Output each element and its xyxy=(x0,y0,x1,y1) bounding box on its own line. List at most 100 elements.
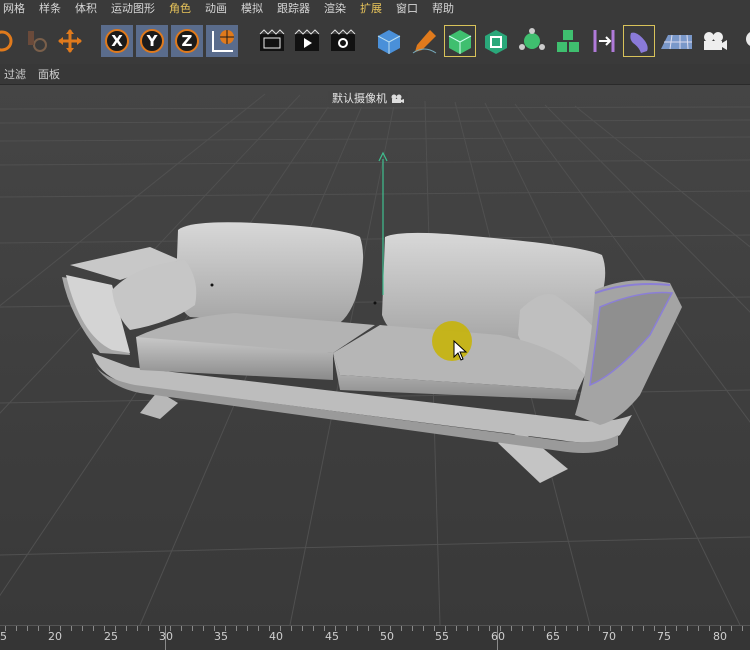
timeline-minor-tick xyxy=(181,626,182,631)
render-settings-button[interactable] xyxy=(327,25,359,57)
menu-volume[interactable]: 体积 xyxy=(68,0,104,18)
timeline-tick: 25 xyxy=(104,630,118,643)
timeline-minor-tick xyxy=(467,626,468,631)
timeline-minor-tick xyxy=(126,626,127,631)
timeline-minor-tick xyxy=(104,626,105,631)
cube-button[interactable] xyxy=(373,25,405,57)
timeline-tick: 50 xyxy=(380,630,394,643)
timeline-minor-tick xyxy=(742,626,743,631)
timeline-minor-tick xyxy=(236,626,237,631)
menu-window[interactable]: 窗口 xyxy=(389,0,425,18)
timeline-minor-tick xyxy=(621,626,622,631)
timeline-tick: 80 xyxy=(713,630,727,643)
timeline-minor-tick xyxy=(731,626,732,631)
floor-icon xyxy=(661,34,692,50)
generator-icon xyxy=(485,30,507,54)
camera-label[interactable]: 默认摄像机 xyxy=(328,91,408,107)
timeline-minor-tick xyxy=(511,626,512,631)
filter-menu[interactable]: 过滤 xyxy=(0,66,32,82)
render-region-button[interactable] xyxy=(256,25,288,57)
timeline-minor-tick xyxy=(566,626,567,631)
floor-button[interactable] xyxy=(660,25,692,57)
mograph-button[interactable] xyxy=(552,25,584,57)
menu-simulate[interactable]: 模拟 xyxy=(234,0,270,18)
render-settings-icon xyxy=(330,29,356,51)
timeline-ruler[interactable]: 5 20 25 30 35 40 45 50 55 60 65 70 75 80 xyxy=(0,625,750,650)
main-toolbar: X Y Z xyxy=(0,18,750,64)
cube-icon xyxy=(377,30,401,54)
timeline-minor-tick xyxy=(709,626,710,631)
rotate-icon[interactable] xyxy=(0,25,18,57)
viewport-scene xyxy=(0,85,750,625)
timeline-tick: 40 xyxy=(269,630,283,643)
world-coordinates-button[interactable] xyxy=(206,25,238,57)
timeline-minor-tick xyxy=(434,626,435,631)
light-icon xyxy=(746,32,750,46)
3d-viewport[interactable]: 默认摄像机 xyxy=(0,85,750,625)
timeline-minor-tick xyxy=(588,626,589,631)
menu-spline[interactable]: 样条 xyxy=(32,0,68,18)
x-axis-button[interactable]: X xyxy=(101,25,133,57)
timeline-minor-tick xyxy=(379,626,380,631)
timeline-minor-tick xyxy=(412,626,413,631)
timeline-minor-tick xyxy=(148,626,149,631)
timeline-minor-tick xyxy=(555,626,556,631)
generator-button[interactable] xyxy=(480,25,512,57)
timeline-minor-tick xyxy=(632,626,633,631)
bend-button[interactable] xyxy=(623,25,655,57)
timeline-minor-tick xyxy=(192,626,193,631)
x-axis-icon: X xyxy=(105,29,129,53)
subdivision-icon xyxy=(448,30,472,54)
menu-animate[interactable]: 动画 xyxy=(198,0,234,18)
menu-extensions[interactable]: 扩展 xyxy=(353,0,389,18)
timeline-minor-tick xyxy=(489,626,490,631)
timeline-minor-tick xyxy=(137,626,138,631)
menu-tracker[interactable]: 跟踪器 xyxy=(270,0,317,18)
world-coordinates-icon xyxy=(212,30,234,52)
timeline-minor-tick xyxy=(159,626,160,631)
scale-icon[interactable] xyxy=(20,25,52,57)
menu-help[interactable]: 帮助 xyxy=(425,0,461,18)
subdivision-button[interactable] xyxy=(444,25,476,57)
camera-button[interactable] xyxy=(698,25,730,57)
menu-character[interactable]: 角色 xyxy=(162,0,198,18)
timeline-minor-tick xyxy=(390,626,391,631)
timeline-minor-tick xyxy=(115,626,116,631)
timeline-minor-tick xyxy=(49,626,50,631)
timeline-minor-tick xyxy=(599,626,600,631)
timeline-minor-tick xyxy=(456,626,457,631)
timeline-minor-tick xyxy=(610,626,611,631)
pen-button[interactable] xyxy=(408,25,440,57)
camera-icon xyxy=(391,94,404,103)
timeline-minor-tick xyxy=(203,626,204,631)
move-icon[interactable] xyxy=(54,25,86,57)
timeline-tick: 45 xyxy=(325,630,339,643)
menu-render[interactable]: 渲染 xyxy=(317,0,353,18)
bend-icon xyxy=(630,32,648,53)
timeline-minor-tick xyxy=(313,626,314,631)
timeline-tick: 30 xyxy=(159,630,173,643)
timeline-tick: 5 xyxy=(0,630,7,643)
timeline-minor-tick xyxy=(676,626,677,631)
render-view-button[interactable] xyxy=(291,25,323,57)
z-axis-button[interactable]: Z xyxy=(171,25,203,57)
timeline-minor-tick xyxy=(720,626,721,631)
timeline-minor-tick xyxy=(423,626,424,631)
timeline-minor-tick xyxy=(687,626,688,631)
menu-mograph[interactable]: 运动图形 xyxy=(104,0,162,18)
timeline-minor-tick xyxy=(16,626,17,631)
y-axis-button[interactable]: Y xyxy=(136,25,168,57)
render-view-icon xyxy=(294,29,320,51)
timeline-minor-tick xyxy=(335,626,336,631)
render-region-icon xyxy=(259,29,285,51)
cloner-icon xyxy=(519,28,545,50)
cloner-button[interactable] xyxy=(516,25,548,57)
timeline-minor-tick xyxy=(346,626,347,631)
timeline-minor-tick xyxy=(324,626,325,631)
light-button[interactable] xyxy=(734,25,750,57)
menu-mesh[interactable]: 网格 xyxy=(0,0,32,18)
camera-icon xyxy=(704,32,727,50)
panel-menu[interactable]: 面板 xyxy=(32,66,66,82)
timeline-minor-tick xyxy=(60,626,61,631)
deformer-button[interactable] xyxy=(588,25,620,57)
